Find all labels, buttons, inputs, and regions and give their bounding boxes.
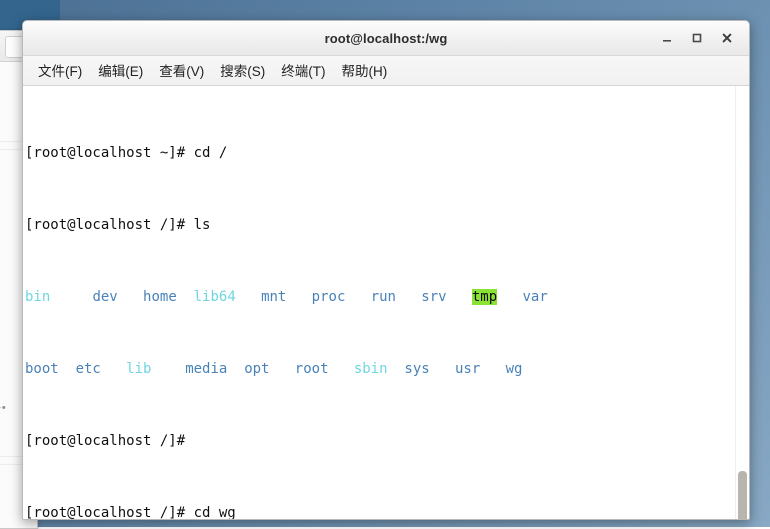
sp	[227, 361, 244, 377]
ls-entry-home: home	[143, 289, 177, 305]
sp	[345, 289, 370, 305]
terminal-line: [root@localhost /]# cd wg	[25, 504, 735, 519]
close-button[interactable]	[713, 25, 741, 51]
terminal-line: [root@localhost /]#	[25, 432, 735, 450]
ls-entry-wg: wg	[505, 361, 523, 377]
ls-entry-sys: sys	[404, 361, 430, 377]
terminal-text: [root@localhost ~]# cd /	[25, 145, 228, 161]
ls-entry-bin: bin	[25, 289, 51, 305]
ls-entry-boot: boot	[25, 361, 59, 377]
background-window-ellipsis: ••	[0, 402, 7, 414]
sp	[151, 361, 185, 377]
terminal-scrollbar[interactable]	[735, 86, 749, 519]
ls-entry-run: run	[370, 289, 396, 305]
menu-item-edit[interactable]: 编辑(E)	[90, 57, 151, 84]
minimize-icon	[663, 40, 671, 42]
terminal-text: [root@localhost /]#	[25, 433, 194, 449]
terminal-window[interactable]: root@localhost:/wg 文件(F) 编辑(E) 查看(V) 搜索(…	[22, 20, 750, 520]
terminal-text: [root@localhost /]# ls	[25, 217, 211, 233]
terminal-body[interactable]: [root@localhost ~]# cd / [root@localhost…	[23, 86, 749, 519]
maximize-button[interactable]	[683, 25, 711, 51]
ls-entry-tmp: tmp	[471, 289, 498, 305]
sp	[396, 289, 421, 305]
sp	[101, 361, 126, 377]
ls-entry-srv: srv	[421, 289, 447, 305]
sp	[236, 289, 261, 305]
ls-entry-dev: dev	[92, 289, 118, 305]
terminal-line-ls-row-1: bin dev home lib64 mnt proc run srv tmp …	[25, 288, 735, 306]
ls-entry-root: root	[294, 361, 329, 377]
terminal-text: [root@localhost /]# cd wg	[25, 505, 236, 519]
sp	[480, 361, 505, 377]
ls-entry-var: var	[522, 289, 548, 305]
sp	[50, 289, 92, 305]
terminal-line: [root@localhost /]# ls	[25, 216, 735, 234]
sp	[447, 289, 472, 305]
close-icon	[722, 33, 732, 43]
ls-entry-lib: lib	[126, 361, 152, 377]
terminal-output[interactable]: [root@localhost ~]# cd / [root@localhost…	[23, 86, 735, 519]
sp	[118, 289, 143, 305]
minimize-button[interactable]	[653, 25, 681, 51]
menubar: 文件(F) 编辑(E) 查看(V) 搜索(S) 终端(T) 帮助(H)	[23, 56, 749, 86]
sp	[270, 361, 295, 377]
terminal-line: [root@localhost ~]# cd /	[25, 144, 735, 162]
window-controls	[653, 21, 741, 55]
menu-item-file[interactable]: 文件(F)	[30, 57, 90, 84]
terminal-line-ls-row-2: boot etc lib media opt root sbin sys usr…	[25, 360, 735, 378]
ls-entry-lib64: lib64	[193, 289, 236, 305]
sp	[286, 289, 311, 305]
menu-item-view[interactable]: 查看(V)	[151, 57, 212, 84]
menu-item-search[interactable]: 搜索(S)	[212, 57, 273, 84]
sp	[388, 361, 405, 377]
ls-entry-usr: usr	[454, 361, 481, 377]
terminal-scrollbar-thumb[interactable]	[738, 471, 747, 519]
titlebar[interactable]: root@localhost:/wg	[23, 21, 749, 56]
ls-entry-proc: proc	[311, 289, 346, 305]
sp	[430, 361, 455, 377]
sp	[329, 361, 354, 377]
sp	[177, 289, 194, 305]
sp	[497, 289, 522, 305]
ls-entry-opt: opt	[244, 361, 270, 377]
ls-entry-media: media	[185, 361, 228, 377]
ls-entry-sbin: sbin	[353, 361, 388, 377]
maximize-icon	[692, 33, 702, 43]
sp	[59, 361, 76, 377]
menu-item-help[interactable]: 帮助(H)	[334, 57, 396, 84]
ls-entry-etc: etc	[75, 361, 101, 377]
window-title: root@localhost:/wg	[324, 30, 448, 46]
ls-entry-mnt: mnt	[261, 289, 287, 305]
menu-item-terminal[interactable]: 终端(T)	[273, 57, 333, 84]
